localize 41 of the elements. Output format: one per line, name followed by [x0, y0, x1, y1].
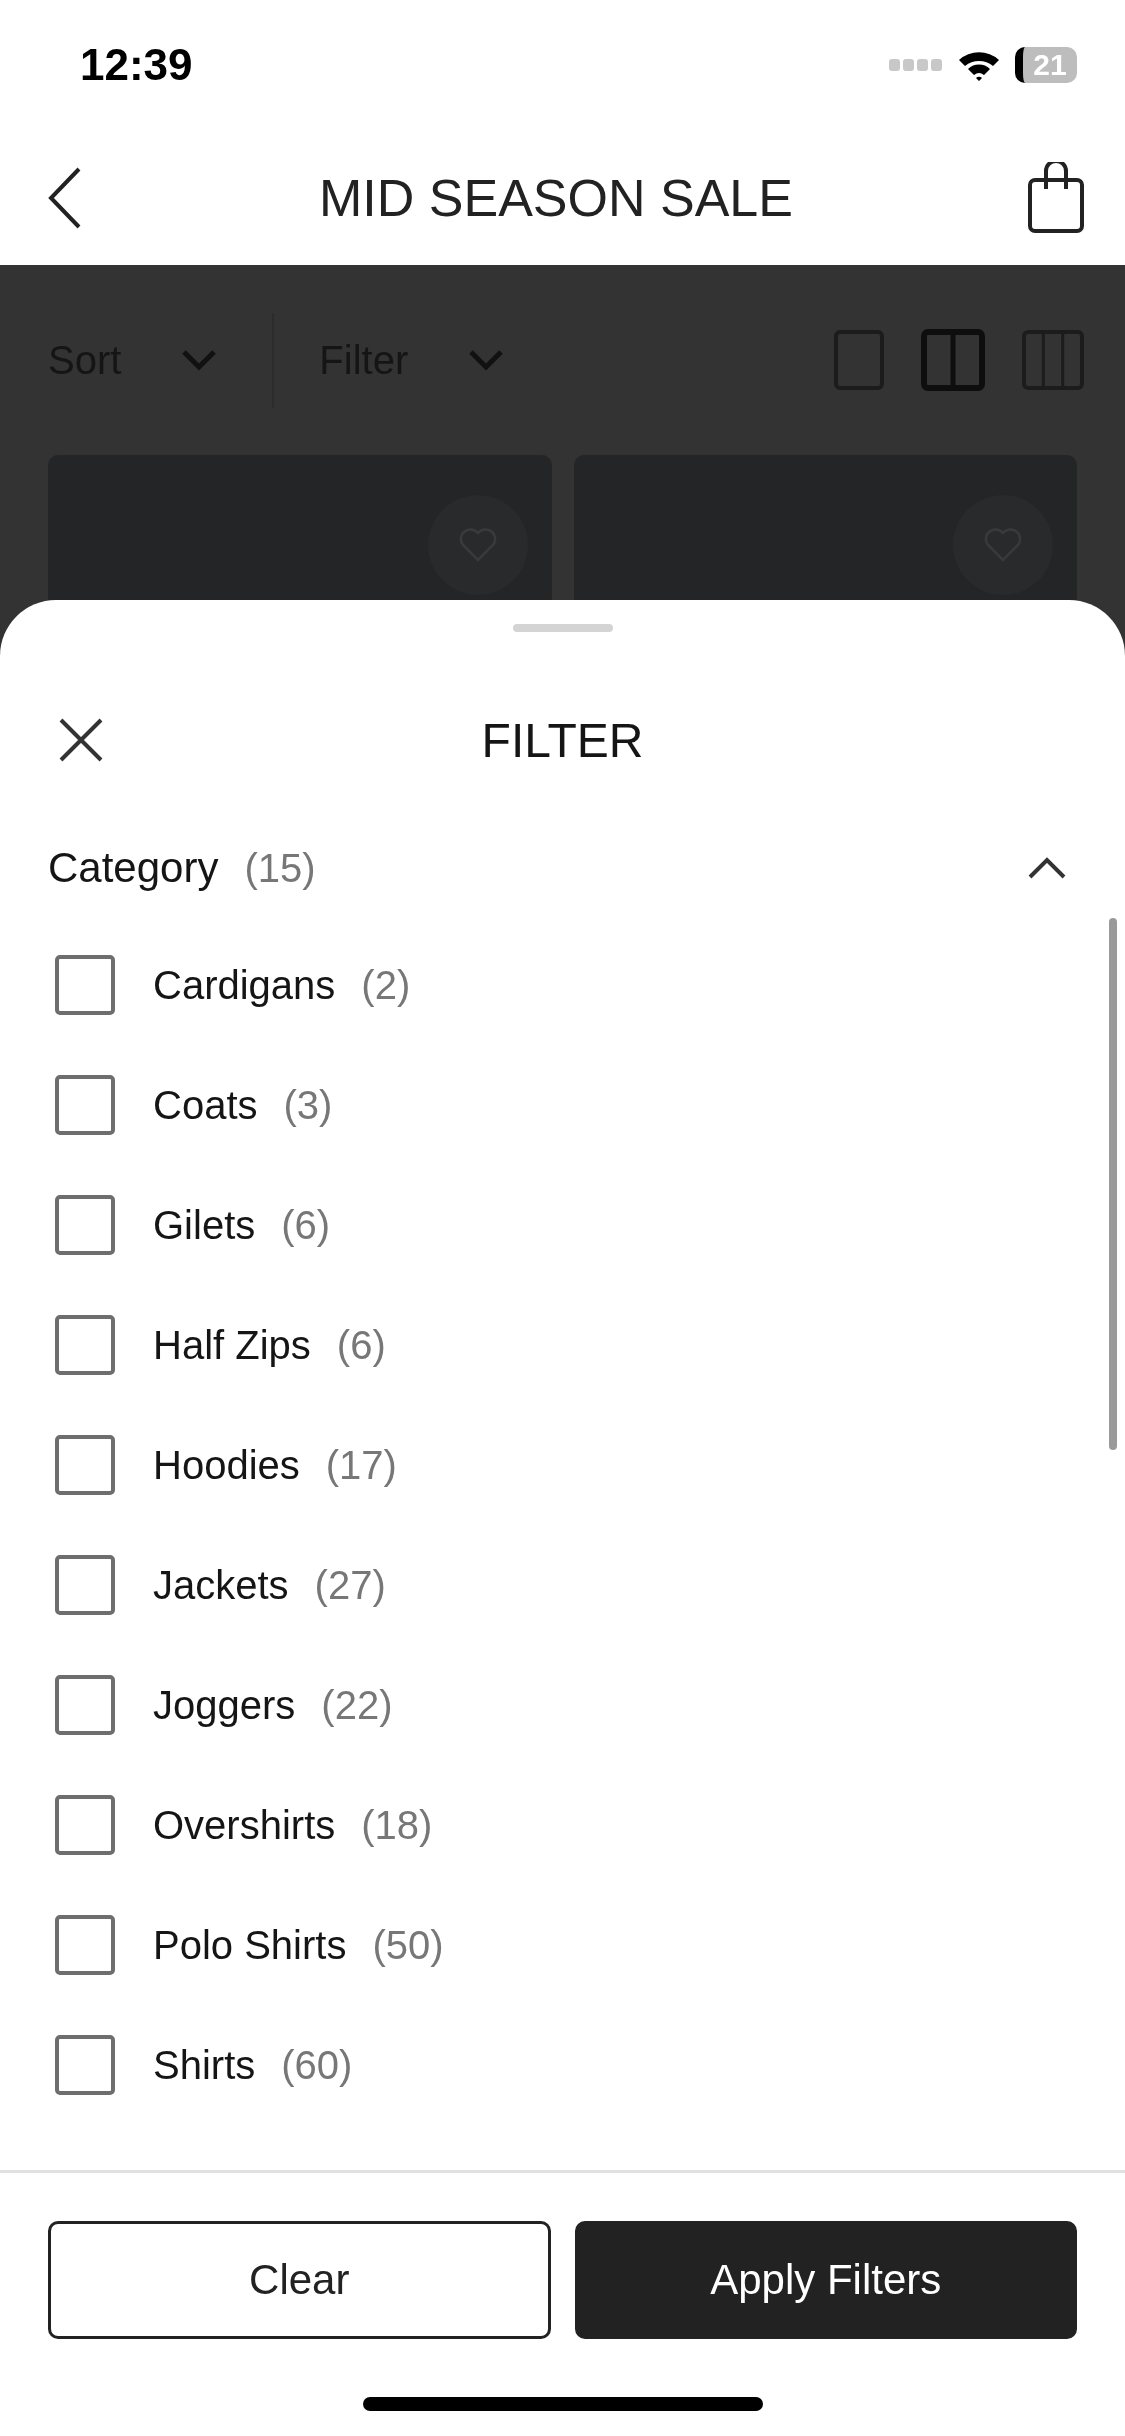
option-label: Gilets	[153, 1202, 256, 1248]
clear-button[interactable]: Clear	[48, 2221, 551, 2339]
option-count: (18)	[361, 1802, 433, 1848]
option-label: Shirts	[153, 2042, 256, 2088]
option-count: (6)	[336, 1322, 386, 1368]
checkbox[interactable]	[55, 1195, 115, 1255]
option-label: Joggers	[153, 1682, 296, 1728]
checkbox[interactable]	[55, 1315, 115, 1375]
option-count: (6)	[281, 1202, 331, 1248]
status-time: 12:39	[80, 40, 193, 90]
option-count: (27)	[314, 1562, 386, 1608]
apply-filters-button[interactable]: Apply Filters	[574, 2221, 1077, 2339]
checkbox[interactable]	[55, 1435, 115, 1495]
chevron-down-icon	[468, 349, 505, 371]
checkbox[interactable]	[55, 1795, 115, 1855]
page-title: MID SEASON SALE	[319, 167, 793, 228]
option-count: (2)	[361, 962, 411, 1008]
option-count: (3)	[283, 1082, 333, 1128]
option-count: (50)	[372, 1922, 444, 1968]
option-label: Hoodies	[153, 1442, 300, 1488]
option-count: (60)	[281, 2042, 353, 2088]
chevron-down-icon	[181, 349, 218, 371]
option-label: Coats	[153, 1082, 258, 1128]
checkbox[interactable]	[55, 2035, 115, 2095]
option-label: Cardigans	[153, 962, 336, 1008]
option-label: Jackets	[153, 1562, 289, 1608]
option-label: Polo Shirts	[153, 1922, 347, 1968]
option-count: (22)	[321, 1682, 393, 1728]
checkbox[interactable]	[55, 1915, 115, 1975]
signal-icon	[889, 58, 943, 72]
checkbox[interactable]	[55, 955, 115, 1015]
checkbox[interactable]	[55, 1075, 115, 1135]
category-header[interactable]: Category (15)	[0, 795, 1125, 941]
sheet-title: FILTER	[481, 712, 644, 768]
checkbox[interactable]	[55, 1555, 115, 1615]
checkbox[interactable]	[55, 1675, 115, 1735]
option-count: (17)	[325, 1442, 397, 1488]
option-label: Half Zips	[153, 1322, 311, 1368]
option-label: Overshirts	[153, 1802, 336, 1848]
shopping-bag-icon[interactable]	[1027, 161, 1085, 234]
battery-icon: 21	[1015, 47, 1077, 83]
